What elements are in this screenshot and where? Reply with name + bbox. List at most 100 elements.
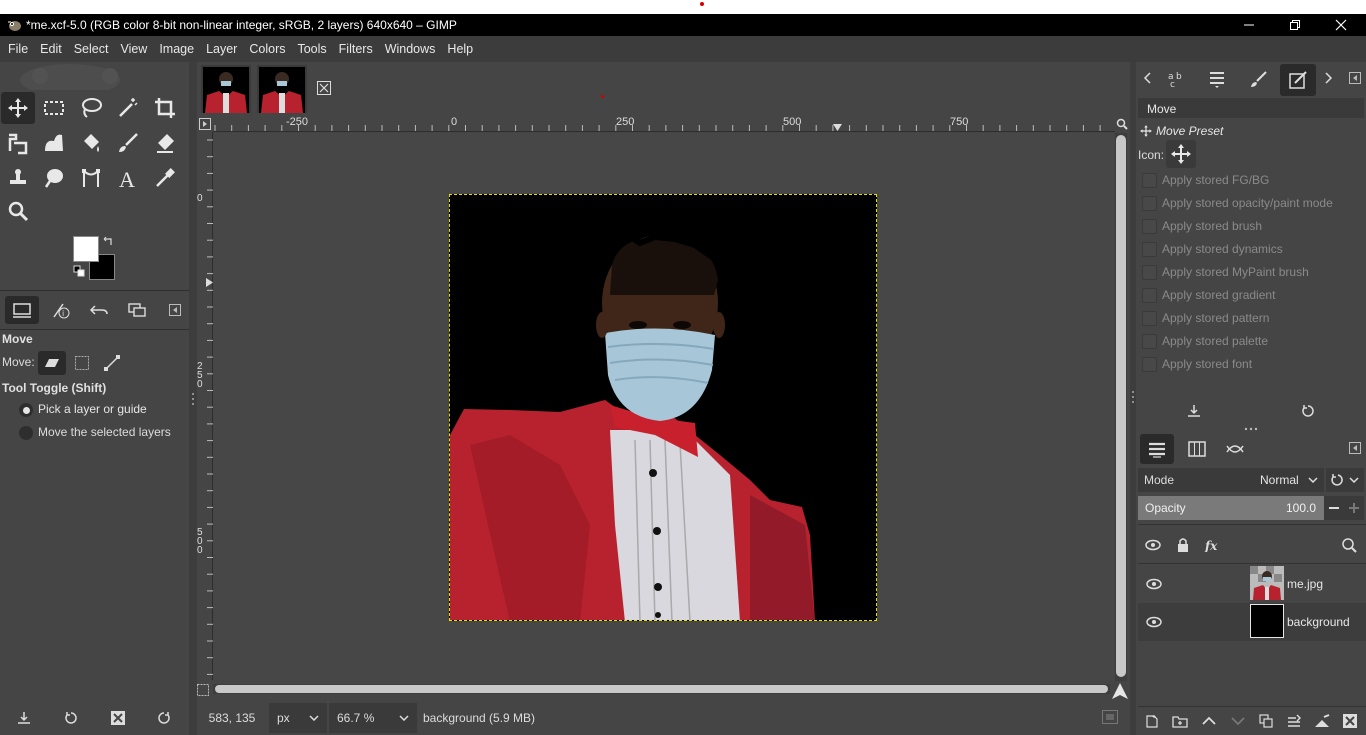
rect-select-tool[interactable] bbox=[37, 92, 71, 124]
image-layer-preview[interactable] bbox=[449, 194, 877, 621]
menu-layer[interactable]: Layer bbox=[200, 42, 243, 56]
apply-gradient-checkbox[interactable] bbox=[1142, 288, 1157, 303]
tab-fonts[interactable]: abc bbox=[1160, 64, 1194, 94]
menu-filters[interactable]: Filters bbox=[333, 42, 379, 56]
reset-preset-button[interactable] bbox=[1298, 402, 1318, 420]
lower-layer-button[interactable] bbox=[1228, 711, 1248, 731]
menu-tools[interactable]: Tools bbox=[291, 42, 332, 56]
quick-mask-menu-button[interactable] bbox=[197, 115, 213, 132]
unified-transform-tool[interactable] bbox=[1, 127, 35, 159]
dock-separator-right[interactable] bbox=[1130, 62, 1136, 735]
save-preset-button[interactable] bbox=[1184, 402, 1204, 420]
apply-brush-checkbox[interactable] bbox=[1142, 219, 1157, 234]
effects-header[interactable]: fx bbox=[1202, 535, 1224, 555]
default-colors-icon[interactable] bbox=[73, 265, 85, 277]
preset-icon-button[interactable] bbox=[1166, 140, 1196, 168]
free-select-tool[interactable] bbox=[74, 92, 108, 124]
lock-header[interactable] bbox=[1172, 535, 1194, 555]
menu-file[interactable]: File bbox=[2, 42, 34, 56]
new-layer-group-button[interactable] bbox=[1170, 711, 1190, 731]
preset-name-field[interactable]: Move bbox=[1138, 98, 1364, 118]
save-options-button[interactable] bbox=[14, 708, 34, 728]
tab-channels[interactable] bbox=[1180, 434, 1214, 464]
tab-document-history[interactable] bbox=[1200, 64, 1234, 94]
menu-edit[interactable]: Edit bbox=[34, 42, 68, 56]
layer-mode-select[interactable]: Mode Normal bbox=[1138, 468, 1324, 492]
move-tool[interactable] bbox=[1, 92, 35, 124]
duplicate-layer-button[interactable] bbox=[1256, 711, 1276, 731]
tab-paths[interactable] bbox=[1218, 434, 1252, 464]
horizontal-scrollbar[interactable] bbox=[213, 684, 1110, 694]
image-preview-icon[interactable] bbox=[1102, 710, 1118, 724]
quick-mask-toggle[interactable] bbox=[197, 684, 211, 698]
image-tab-2[interactable] bbox=[257, 65, 307, 113]
vertical-scrollbar[interactable] bbox=[1115, 133, 1127, 681]
text-tool[interactable]: A bbox=[111, 162, 145, 194]
eraser-tool[interactable] bbox=[148, 127, 182, 159]
configure-layers-button[interactable] bbox=[1347, 440, 1363, 456]
apply-dynamics-checkbox[interactable] bbox=[1142, 242, 1157, 257]
tab-undo-history[interactable] bbox=[82, 296, 116, 324]
configure-dock-button[interactable] bbox=[1347, 70, 1363, 86]
tab-brushes[interactable] bbox=[1242, 64, 1276, 94]
apply-palette-checkbox[interactable] bbox=[1142, 334, 1157, 349]
apply-pattern-checkbox[interactable] bbox=[1142, 311, 1157, 326]
layer-row-background[interactable]: background bbox=[1138, 603, 1366, 641]
close-image-tab-button[interactable] bbox=[314, 78, 334, 98]
eye-icon[interactable] bbox=[1146, 616, 1162, 628]
paths-tool[interactable] bbox=[74, 162, 108, 194]
image-tab-1[interactable] bbox=[201, 65, 251, 113]
layer-mask-button[interactable] bbox=[1312, 711, 1332, 731]
tab-tool-presets[interactable] bbox=[1280, 64, 1316, 96]
smudge-tool[interactable] bbox=[37, 162, 71, 194]
layer-row-me[interactable]: me.jpg bbox=[1138, 565, 1366, 603]
composite-mode-button[interactable] bbox=[1326, 468, 1364, 492]
menu-colors[interactable]: Colors bbox=[243, 42, 291, 56]
minimize-button[interactable] bbox=[1226, 14, 1272, 36]
paintbrush-tool[interactable] bbox=[111, 127, 145, 159]
move-layer-mode-button[interactable] bbox=[38, 351, 66, 375]
raise-layer-button[interactable] bbox=[1199, 711, 1219, 731]
zoom-tool[interactable] bbox=[1, 195, 35, 227]
layer-search-button[interactable] bbox=[1338, 535, 1360, 555]
menu-windows[interactable]: Windows bbox=[379, 42, 442, 56]
restore-button[interactable] bbox=[1272, 14, 1318, 36]
tab-images[interactable] bbox=[120, 296, 154, 324]
close-window-button[interactable] bbox=[1318, 14, 1364, 36]
menu-view[interactable]: View bbox=[114, 42, 153, 56]
apply-mypaint-checkbox[interactable] bbox=[1142, 265, 1157, 280]
eye-icon[interactable] bbox=[1146, 578, 1162, 590]
opacity-slider[interactable]: Opacity 100.0 bbox=[1138, 496, 1324, 520]
tab-tool-options[interactable] bbox=[5, 296, 39, 324]
zoom-select[interactable]: 66.7 % bbox=[329, 702, 417, 733]
dock-separator-left[interactable] bbox=[189, 62, 197, 735]
apply-font-checkbox[interactable] bbox=[1142, 357, 1157, 372]
clone-tool[interactable] bbox=[1, 162, 35, 194]
navigate-button[interactable] bbox=[1112, 683, 1128, 699]
delete-layer-button[interactable] bbox=[1340, 711, 1360, 731]
apply-opacity-checkbox[interactable] bbox=[1142, 196, 1157, 211]
swap-colors-icon[interactable] bbox=[103, 235, 115, 247]
horizontal-scroll-thumb[interactable] bbox=[215, 685, 1108, 693]
opacity-decrease-button[interactable] bbox=[1324, 496, 1344, 520]
radio-move-selected[interactable] bbox=[19, 426, 33, 440]
menu-help[interactable]: Help bbox=[441, 42, 479, 56]
menu-select[interactable]: Select bbox=[68, 42, 115, 56]
scroll-tabs-right-button[interactable] bbox=[1321, 68, 1337, 88]
zoom-fit-button[interactable] bbox=[1115, 115, 1129, 132]
merge-layer-button[interactable] bbox=[1284, 711, 1304, 731]
move-selection-mode-button[interactable] bbox=[70, 351, 94, 375]
pane-grip-icon[interactable] bbox=[1243, 426, 1259, 432]
delete-options-button[interactable] bbox=[108, 708, 128, 728]
reset-options-button[interactable] bbox=[154, 708, 174, 728]
restore-options-button[interactable] bbox=[61, 708, 81, 728]
crop-tool[interactable] bbox=[148, 92, 182, 124]
configure-tab-button[interactable] bbox=[166, 302, 184, 318]
opacity-increase-button[interactable] bbox=[1344, 496, 1364, 520]
bucket-fill-tool[interactable] bbox=[74, 127, 108, 159]
visibility-header[interactable] bbox=[1142, 535, 1164, 555]
vertical-scroll-thumb[interactable] bbox=[1116, 135, 1126, 677]
scroll-tabs-left-button[interactable] bbox=[1139, 68, 1155, 88]
menu-image[interactable]: Image bbox=[153, 42, 200, 56]
new-layer-button[interactable] bbox=[1142, 711, 1162, 731]
